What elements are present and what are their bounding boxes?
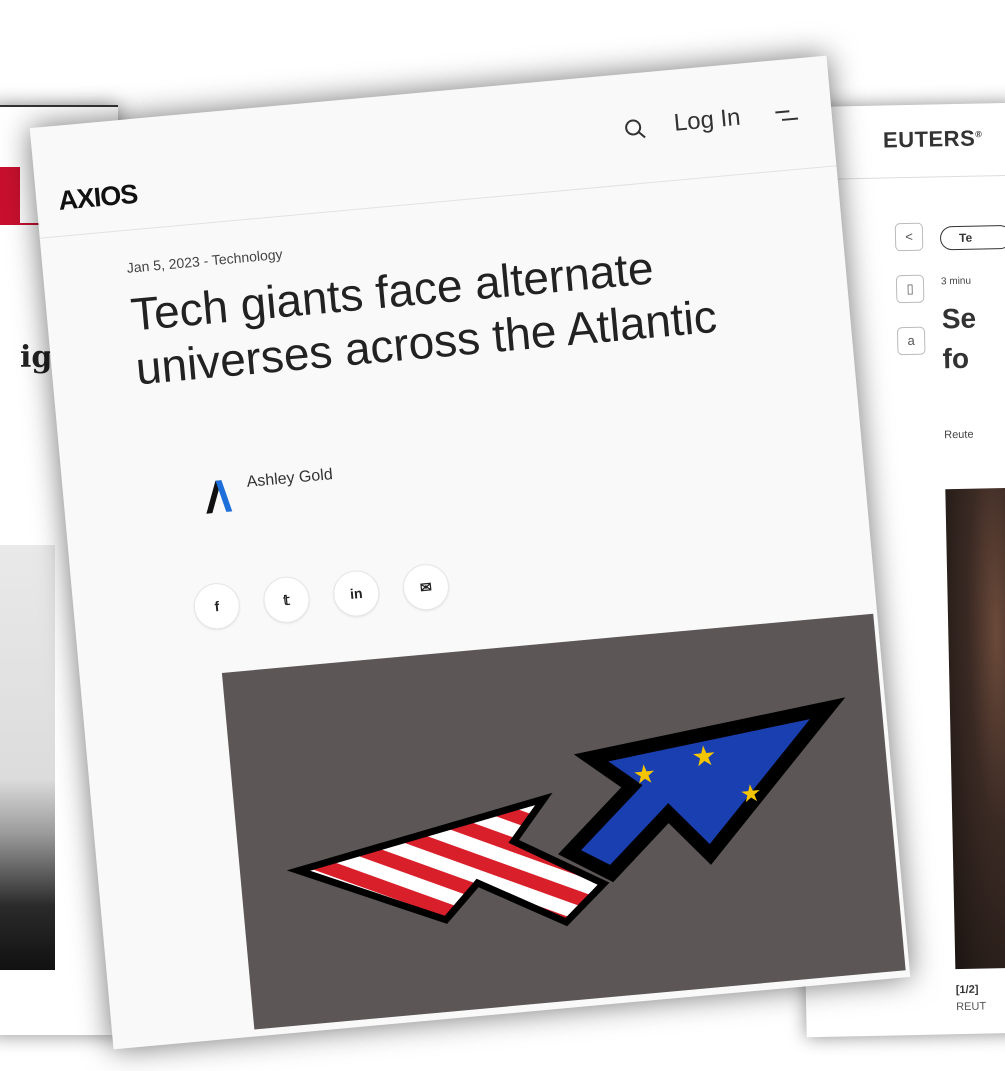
facebook-icon[interactable]: f bbox=[191, 581, 242, 632]
axios-article-card: AXIOS Log In Jan 5, 2023 - Technology Te… bbox=[29, 55, 911, 1050]
photo-caption: [1/2] bbox=[955, 983, 979, 997]
us-flag-cursor bbox=[286, 792, 610, 941]
hero-illustration: ★ ★ ★ bbox=[286, 697, 846, 941]
category-tag[interactable]: Te bbox=[939, 224, 1005, 251]
article-date: Jan 5, 2023 bbox=[126, 253, 201, 276]
svg-text:★: ★ bbox=[739, 779, 763, 809]
red-banner bbox=[0, 167, 20, 225]
login-link[interactable]: Log In bbox=[673, 104, 742, 138]
site-header: AXIOS Log In bbox=[29, 55, 837, 239]
read-time: 3 minu bbox=[940, 275, 972, 288]
headline-fragment: ig bbox=[20, 340, 53, 375]
header-rule bbox=[0, 105, 118, 107]
svg-text:★: ★ bbox=[632, 759, 658, 791]
author-name[interactable]: Ashley Gold bbox=[246, 466, 334, 492]
byline: Reute bbox=[944, 428, 974, 442]
text-size-icon[interactable]: a bbox=[896, 326, 926, 356]
photo-credit: REUT bbox=[956, 1000, 987, 1014]
email-icon[interactable]: ✉ bbox=[400, 562, 451, 613]
article-meta: Jan 5, 2023 - Technology bbox=[126, 245, 284, 276]
hero-image[interactable]: ★ ★ ★ bbox=[221, 613, 906, 1030]
svg-text:★: ★ bbox=[690, 739, 718, 774]
search-icon[interactable] bbox=[623, 117, 647, 141]
author-avatar-icon[interactable] bbox=[200, 477, 233, 516]
eu-flag-cursor: ★ ★ ★ bbox=[558, 697, 846, 883]
bookmark-icon[interactable]: ▯ bbox=[895, 274, 925, 304]
twitter-icon[interactable]: 𝕥 bbox=[261, 574, 312, 625]
article-category[interactable]: Technology bbox=[211, 246, 283, 268]
linkedin-icon[interactable]: in bbox=[331, 568, 382, 619]
article-photo[interactable] bbox=[945, 487, 1005, 970]
headline-fragment[interactable]: Se fo bbox=[941, 299, 977, 380]
menu-icon[interactable] bbox=[773, 103, 801, 127]
axios-logo[interactable]: AXIOS bbox=[57, 179, 139, 217]
article-photo bbox=[0, 545, 55, 970]
share-icon[interactable]: < bbox=[894, 222, 924, 252]
reuters-logo[interactable]: EUTERS® bbox=[883, 125, 983, 153]
